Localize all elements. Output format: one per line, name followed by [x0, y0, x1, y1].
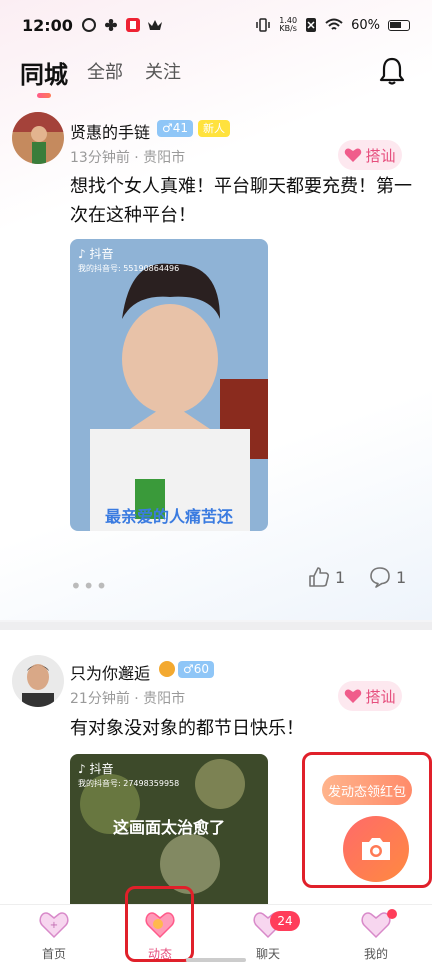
douyin-logo: ♪ 抖音 — [78, 760, 114, 777]
post-username[interactable]: 只为你邂逅 — [70, 660, 150, 684]
video-thumbnail[interactable]: ♪ 抖音 我的抖音号: 27498359958 这画面太治愈了 — [70, 754, 268, 904]
heart-icon — [345, 148, 362, 162]
new-user-badge: 新人 — [198, 120, 230, 137]
douyin-id: 我的抖音号: 55190864496 — [78, 264, 180, 273]
avatar[interactable] — [12, 655, 64, 707]
douyin-brand: 抖音 — [89, 762, 114, 776]
tab-same-city[interactable]: 同城 — [20, 55, 68, 90]
home-heart-icon: + — [39, 912, 69, 939]
vibrate-icon — [256, 18, 271, 32]
post-text: 有对象没对象的都节日快乐！ — [70, 718, 304, 739]
nav-me[interactable]: 我的 — [336, 909, 416, 962]
highlight-box — [125, 886, 194, 962]
battery-icon — [388, 19, 410, 31]
more-options-icon[interactable]: ••• — [70, 574, 108, 598]
post-location: · 贵阳市 — [134, 691, 186, 707]
verified-icon — [159, 661, 175, 677]
sim-off-icon — [306, 18, 317, 32]
nav-home[interactable]: + 首页 — [14, 909, 94, 962]
thumbs-up-icon — [309, 567, 330, 587]
post-text: 想找个女人真难！平台聊天都要充费！第一次在这种平台！ — [70, 176, 412, 226]
post-reward-tip[interactable]: 发动态领红包 — [322, 775, 412, 805]
douyin-note-icon: ♪ — [78, 762, 86, 776]
battery-percent: 60% — [351, 17, 380, 33]
douyin-logo: ♪ 抖音 — [78, 245, 114, 262]
post-username[interactable]: 贤惠的手链 — [70, 119, 150, 143]
post-meta: 13分钟前 · 贵阳市 — [70, 147, 185, 167]
douyin-brand: 抖音 — [89, 247, 114, 261]
tab-all[interactable]: 全部 — [87, 58, 123, 84]
gender-age-badge: ♂60 — [178, 661, 215, 678]
like-button[interactable]: 1 — [308, 566, 345, 588]
post-moment-button[interactable] — [343, 816, 409, 882]
douyin-id: 我的抖音号: 27498359958 — [78, 779, 180, 788]
crown-icon — [147, 20, 162, 30]
tab-following[interactable]: 关注 — [145, 58, 181, 84]
like-count: 1 — [335, 567, 346, 587]
heart-icon — [345, 689, 362, 703]
video-caption: 最亲爱的人痛苦还 — [104, 507, 233, 526]
douyin-note-icon: ♪ — [78, 247, 86, 261]
flirt-label: 搭讪 — [365, 687, 396, 706]
post-time: 13分钟前 — [70, 150, 130, 166]
feed-tabs: 同城 全部 关注 — [0, 50, 432, 100]
bell-icon[interactable] — [378, 56, 406, 86]
status-bar: 12:00 1.40 KB/s 60% — [0, 0, 432, 50]
post-actions: ••• 1 1 — [0, 562, 432, 598]
gender-age-badge: ♂41 — [157, 120, 194, 137]
nav-me-label: 我的 — [363, 947, 388, 961]
flirt-button[interactable]: 搭讪 — [338, 681, 402, 711]
post-meta: 21分钟前 · 贵阳市 — [70, 688, 185, 708]
video-frame — [70, 239, 268, 531]
status-right-icons: 1.40 KB/s 60% — [255, 17, 410, 33]
fan-icon — [104, 19, 117, 31]
status-left-icons — [81, 17, 163, 33]
status-time: 12:00 — [22, 15, 73, 35]
video-thumbnail[interactable]: ♪ 抖音 我的抖音号: 55190864496 最亲爱的人痛苦还 — [70, 239, 268, 531]
svg-text:+: + — [50, 920, 58, 931]
video-caption: 这画面太治愈了 — [112, 818, 225, 837]
network-speed: 1.40 KB/s — [279, 17, 297, 33]
wifi-icon — [325, 18, 343, 30]
tab-active-indicator — [37, 93, 51, 98]
flirt-button[interactable]: 搭讪 — [338, 140, 402, 170]
comment-button[interactable]: 1 — [369, 566, 406, 588]
notification-dot — [387, 909, 397, 919]
flirt-label: 搭讪 — [365, 146, 396, 165]
home-indicator — [186, 958, 246, 962]
bottom-nav: + 首页 动态 聊天 我的 — [0, 904, 432, 964]
unread-badge: 24 — [270, 911, 300, 931]
post-divider — [0, 622, 432, 630]
ring-icon — [81, 18, 96, 32]
camera-icon — [362, 838, 390, 860]
nav-home-label: 首页 — [41, 947, 66, 961]
comment-icon — [370, 567, 390, 588]
comment-count: 1 — [396, 567, 407, 587]
post-time: 21分钟前 — [70, 691, 130, 707]
avatar[interactable] — [12, 112, 64, 164]
post-location: · 贵阳市 — [134, 150, 186, 166]
app-icon — [125, 18, 140, 32]
network-speed-unit: KB/s — [279, 24, 297, 33]
